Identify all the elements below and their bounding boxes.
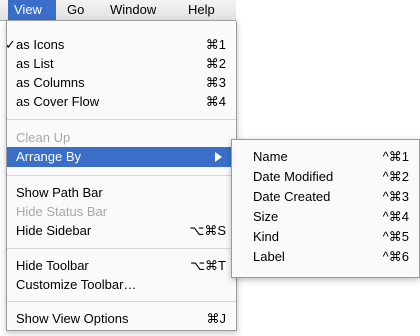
menu-item-show-path-bar[interactable]: Show Path Bar <box>7 183 236 202</box>
menu-item-hide-status-bar[interactable]: Hide Status Bar <box>7 202 236 221</box>
submenu-item-size[interactable]: Size ^⌘4 <box>232 207 419 227</box>
menubar-window[interactable]: Window <box>110 0 156 20</box>
shortcut: ⌘4 <box>205 94 226 109</box>
menubar-help[interactable]: Help <box>188 0 215 20</box>
shortcut: ⌥⌘S <box>189 223 226 238</box>
submenu-item-date-created[interactable]: Date Created ^⌘3 <box>232 187 419 207</box>
menu-bar: View Go Window Help <box>0 0 236 21</box>
menu-item-hide-sidebar[interactable]: Hide Sidebar ⌥⌘S <box>7 221 236 240</box>
shortcut: ^⌘2 <box>382 169 409 184</box>
menu-item-as-icons[interactable]: ✓ as Icons ⌘1 <box>5 35 236 54</box>
menubar-go[interactable]: Go <box>67 0 84 20</box>
submenu-item-date-modified[interactable]: Date Modified ^⌘2 <box>232 167 419 187</box>
menu-item-label: as List <box>16 56 54 71</box>
shortcut: ⌘J <box>206 311 227 326</box>
submenu-item-kind[interactable]: Kind ^⌘5 <box>232 227 419 247</box>
shortcut: ⌘3 <box>205 75 226 90</box>
shortcut: ⌘1 <box>205 37 226 52</box>
menu-item-as-cover-flow[interactable]: as Cover Flow ⌘4 <box>7 92 236 111</box>
submenu-item-label: Date Modified <box>253 169 334 184</box>
shortcut: ^⌘3 <box>382 189 409 204</box>
shortcut: ⌥⌘T <box>190 258 226 273</box>
shortcut: ^⌘4 <box>382 209 409 224</box>
menu-item-label: Hide Status Bar <box>16 204 108 219</box>
menu-item-show-view-options[interactable]: Show View Options ⌘J <box>7 309 236 328</box>
menu-separator <box>7 248 236 249</box>
menu-separator <box>7 301 236 302</box>
menu-item-label: Clean Up <box>16 130 71 145</box>
checkmark-icon: ✓ <box>5 37 16 52</box>
arrange-by-submenu: Name ^⌘1 Date Modified ^⌘2 Date Created … <box>231 139 420 278</box>
menu-item-label: Hide Sidebar <box>16 223 92 238</box>
submenu-item-label: Date Created <box>253 189 331 204</box>
menu-item-label: Customize Toolbar… <box>16 277 137 292</box>
shortcut: ^⌘1 <box>382 149 409 164</box>
submenu-item-label: Size <box>253 209 279 224</box>
menu-separator <box>7 175 236 176</box>
menu-item-arrange-by[interactable]: Arrange By <box>7 147 236 167</box>
menu-item-label: Hide Toolbar <box>16 258 89 273</box>
menubar-view[interactable]: View <box>8 0 56 20</box>
menu-item-as-columns[interactable]: as Columns ⌘3 <box>7 73 236 92</box>
submenu-item-label-text: Label <box>253 249 285 264</box>
submenu-item-label: Name <box>253 149 288 164</box>
menu-item-label: Show Path Bar <box>16 185 103 200</box>
shortcut: ^⌘6 <box>382 249 409 264</box>
menu-item-as-list[interactable]: as List ⌘2 <box>7 54 236 73</box>
menu-item-label: as Icons <box>16 37 65 52</box>
menu-item-label: as Cover Flow <box>16 94 100 109</box>
menu-item-hide-toolbar[interactable]: Hide Toolbar ⌥⌘T <box>7 256 236 275</box>
menu-item-customize-toolbar[interactable]: Customize Toolbar… <box>7 275 236 294</box>
submenu-item-label[interactable]: Label ^⌘6 <box>232 247 419 267</box>
menu-item-label: as Columns <box>16 75 85 90</box>
menu-item-clean-up[interactable]: Clean Up <box>7 128 236 147</box>
submenu-item-name[interactable]: Name ^⌘1 <box>232 147 419 167</box>
submenu-arrow-icon <box>215 152 222 162</box>
shortcut: ⌘2 <box>205 56 226 71</box>
view-menu: ✓ as Icons ⌘1 as List ⌘2 as Columns ⌘3 a… <box>5 21 237 331</box>
submenu-item-label: Kind <box>253 229 280 244</box>
menu-separator <box>7 119 236 120</box>
menu-item-label: Arrange By <box>16 149 82 164</box>
menu-item-label: Show View Options <box>16 311 129 326</box>
shortcut: ^⌘5 <box>382 229 409 244</box>
